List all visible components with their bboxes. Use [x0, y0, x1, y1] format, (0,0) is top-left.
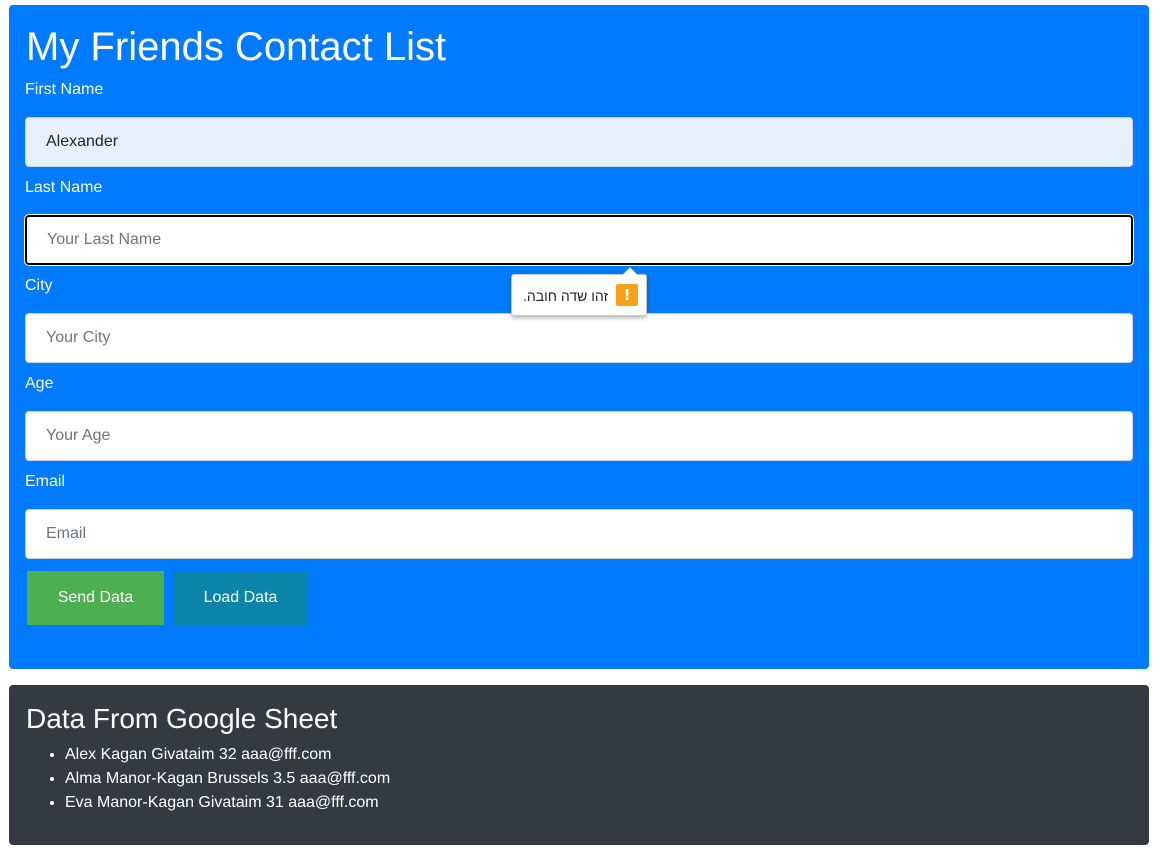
email-label: Email [25, 473, 66, 490]
last-name-input[interactable] [25, 215, 1133, 265]
validation-tooltip: ! זהו שדה חובה. [511, 267, 647, 316]
send-data-button[interactable]: Send Data [27, 571, 164, 625]
city-label: City [25, 277, 53, 294]
contact-form-panel: My Friends Contact List First Name Last … [9, 5, 1149, 669]
last-name-label: Last Name [25, 179, 103, 196]
city-input[interactable] [25, 313, 1133, 363]
list-item: Alma Manor-Kagan Brussels 3.5 aaa@fff.co… [65, 767, 390, 791]
list-item: Alex Kagan Givataim 32 aaa@fff.com [65, 743, 390, 767]
sheet-title: Data From Google Sheet [26, 703, 338, 734]
load-data-button[interactable]: Load Data [173, 571, 308, 625]
validation-message: זהו שדה חובה. [523, 288, 608, 304]
warning-icon: ! [616, 284, 638, 306]
age-input[interactable] [25, 411, 1133, 461]
first-name-input[interactable] [25, 117, 1133, 167]
list-item: Eva Manor-Kagan Givataim 31 aaa@fff.com [65, 791, 390, 815]
first-name-label: First Name [25, 81, 104, 98]
sheet-data-panel: Data From Google Sheet Alex Kagan Givata… [9, 685, 1149, 845]
age-label: Age [25, 375, 54, 392]
email-input[interactable] [25, 509, 1133, 559]
sheet-rows-list: Alex Kagan Givataim 32 aaa@fff.com Alma … [25, 743, 390, 815]
page-title: My Friends Contact List [26, 25, 447, 69]
